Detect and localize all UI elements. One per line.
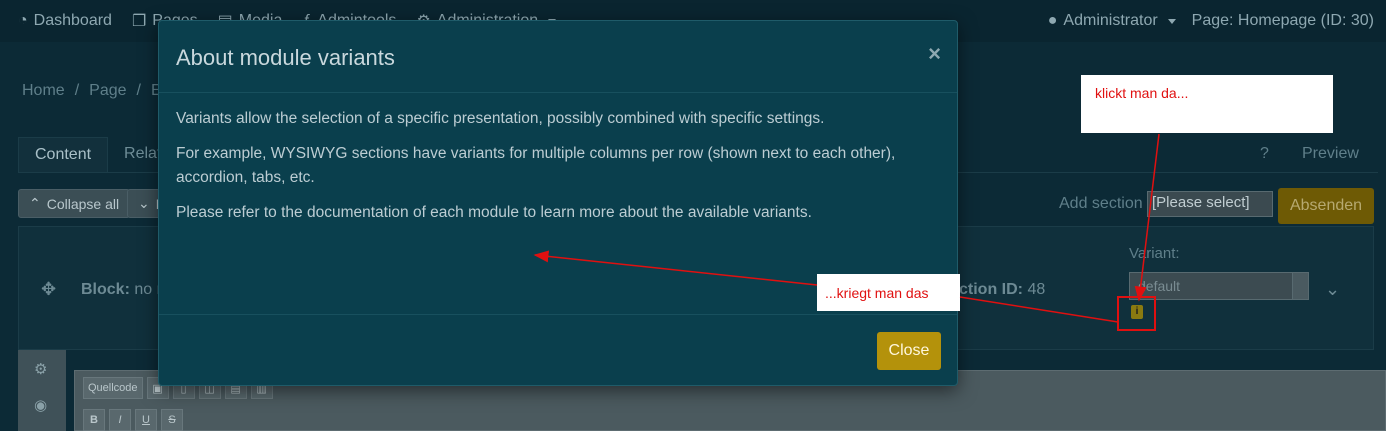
- annotation-highlight-box: [1117, 296, 1156, 331]
- annotation-arrow: [959, 296, 1119, 323]
- annotation-arrow: [533, 250, 818, 286]
- annotation-arrows: [533, 133, 1160, 331]
- annotation-arrow: [1134, 133, 1160, 302]
